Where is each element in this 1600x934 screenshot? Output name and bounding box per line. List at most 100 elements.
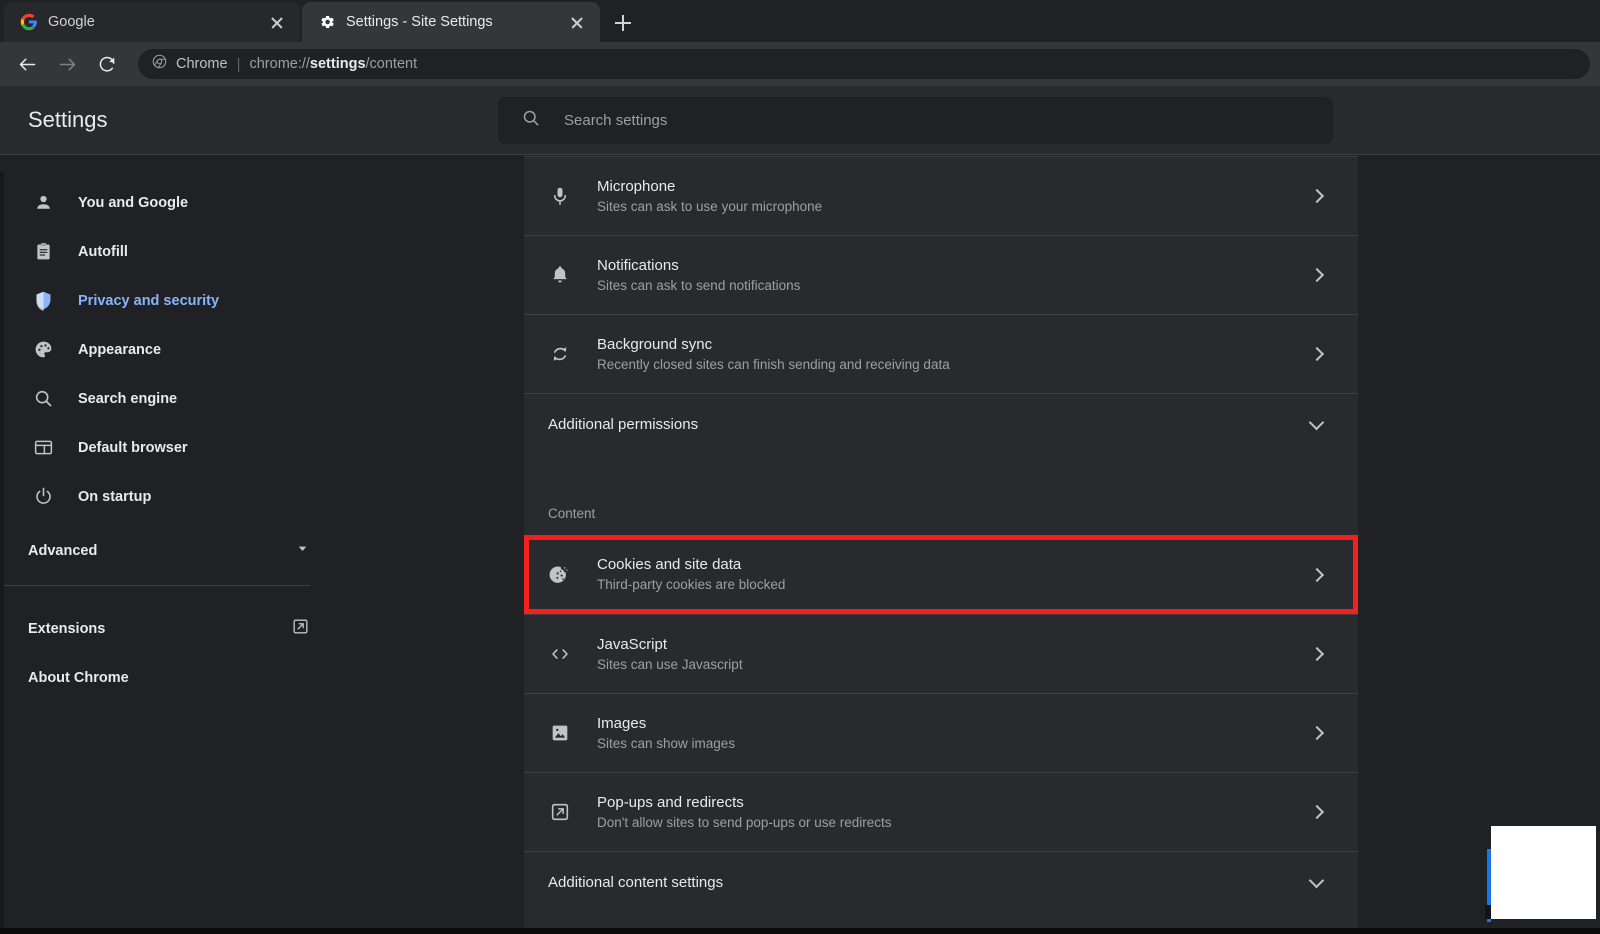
address-bar[interactable]: Chrome | chrome://settings/content <box>138 49 1590 79</box>
popup-icon <box>548 800 572 824</box>
chevron-right-icon[interactable] <box>1309 725 1325 741</box>
setting-title: Background sync <box>597 335 713 353</box>
setting-row-text: Images Sites can show images <box>597 713 1312 754</box>
about-chrome-label: About Chrome <box>28 669 129 686</box>
setting-subtitle: Don't allow sites to send pop-ups or use… <box>597 814 892 830</box>
sidebar-item-privacy-and-security[interactable]: Privacy and security <box>0 276 522 325</box>
additional-content-settings-toggle[interactable]: Additional content settings <box>524 851 1358 913</box>
chevron-right-icon[interactable] <box>1309 346 1325 362</box>
new-tab-button[interactable] <box>608 8 638 38</box>
additional-permissions-toggle[interactable]: Additional permissions <box>524 393 1358 455</box>
sidebar-item-label: Default browser <box>78 439 188 456</box>
sidebar-item-label: Appearance <box>78 341 162 358</box>
chevron-right-icon[interactable] <box>1309 804 1325 820</box>
sidebar-item-on-startup[interactable]: On startup <box>0 472 522 521</box>
setting-title: Images <box>597 714 647 732</box>
image-icon <box>548 721 572 745</box>
sidebar-item-about-chrome[interactable]: About Chrome <box>0 653 310 702</box>
browser-toolbar: Chrome | chrome://settings/content <box>0 42 1600 86</box>
sidebar-item-default-browser[interactable]: Default browser <box>0 423 522 472</box>
gear-icon <box>318 13 336 31</box>
close-icon[interactable] <box>566 11 588 33</box>
omnibox-url: chrome://settings/content <box>249 56 417 72</box>
setting-title: Pop-ups and redirects <box>597 793 744 811</box>
setting-row-text: Cookies and site data Third-party cookie… <box>597 554 1312 595</box>
omnibox-scheme-chip: Chrome <box>176 56 228 72</box>
tab-label: Settings - Site Settings <box>346 14 493 30</box>
sidebar-item-you-and-google[interactable]: You and Google <box>0 178 522 227</box>
sync-icon <box>548 342 572 366</box>
sidebar-divider <box>0 585 310 586</box>
chevron-right-icon[interactable] <box>1309 567 1325 582</box>
chevron-down-icon[interactable] <box>1308 414 1325 430</box>
setting-row-popups-and-redirects[interactable]: Pop-ups and redirects Don't allow sites … <box>524 772 1358 851</box>
sidebar-item-label: On startup <box>78 488 152 505</box>
url-prefix: chrome:// <box>249 56 310 72</box>
setting-row-microphone[interactable]: Microphone Sites can ask to use your mic… <box>524 156 1358 235</box>
setting-subtitle: Sites can show images <box>597 735 736 751</box>
setting-row-cookies-and-site-data[interactable]: Cookies and site data Third-party cookie… <box>524 535 1358 614</box>
url-suffix: /content <box>365 56 418 72</box>
clipboard-icon <box>32 241 54 263</box>
window-bottom-edge <box>0 928 1600 934</box>
setting-title: JavaScript <box>597 635 668 653</box>
sidebar-item-autofill[interactable]: Autofill <box>0 227 522 276</box>
additional-content-settings-label: Additional content settings <box>548 874 724 891</box>
setting-row-images[interactable]: Images Sites can show images <box>524 693 1358 772</box>
additional-permissions-label: Additional permissions <box>548 416 699 433</box>
settings-page: Settings Search settings You and Google … <box>0 86 1600 934</box>
sidebar-item-label: Autofill <box>78 243 128 260</box>
setting-row-text: Background sync Recently closed sites ca… <box>597 334 1312 375</box>
reload-icon[interactable] <box>90 47 124 81</box>
search-icon <box>32 388 54 410</box>
setting-row-javascript[interactable]: JavaScript Sites can use Javascript <box>524 614 1358 693</box>
tab-google[interactable]: Google <box>4 2 300 42</box>
sidebar-item-appearance[interactable]: Appearance <box>0 325 522 374</box>
palette-icon <box>32 339 54 361</box>
shield-icon <box>32 290 54 312</box>
setting-row-text: Microphone Sites can ask to use your mic… <box>597 176 1312 217</box>
extensions-label: Extensions <box>28 620 106 637</box>
white-overlay-box <box>1491 826 1596 919</box>
search-icon <box>521 108 541 133</box>
setting-title: Cookies and site data <box>597 556 742 573</box>
url-bold: settings <box>309 56 366 72</box>
search-input[interactable]: Search settings <box>564 112 667 129</box>
tab-settings[interactable]: Settings - Site Settings <box>302 2 600 42</box>
sidebar-item-label: You and Google <box>78 194 189 211</box>
chevron-right-icon[interactable] <box>1309 188 1325 204</box>
sidebar-item-search-engine[interactable]: Search engine <box>0 374 522 423</box>
close-icon[interactable] <box>266 11 288 33</box>
setting-row-text: Pop-ups and redirects Don't allow sites … <box>597 792 1312 833</box>
chevron-right-icon[interactable] <box>1309 267 1325 283</box>
chevron-right-icon[interactable] <box>1309 646 1325 662</box>
sidebar-item-advanced[interactable]: Advanced <box>0 521 310 581</box>
setting-row-text: Notifications Sites can ask to send noti… <box>597 255 1312 296</box>
bell-icon <box>548 263 572 287</box>
forward-icon[interactable] <box>50 47 84 81</box>
back-icon[interactable] <box>10 47 44 81</box>
sidebar-item-extensions[interactable]: Extensions <box>0 604 310 653</box>
window-left-edge <box>0 172 4 934</box>
power-icon <box>32 486 54 508</box>
settings-sidebar: You and Google Autofill Privacy and secu… <box>0 156 522 934</box>
setting-subtitle: Third-party cookies are blocked <box>597 577 786 592</box>
setting-subtitle: Sites can use Javascript <box>597 656 743 672</box>
setting-title: Notifications <box>597 256 679 274</box>
person-icon <box>32 192 54 214</box>
content-section-header: Content <box>548 506 596 521</box>
tab-label: Google <box>48 14 95 30</box>
setting-row-background-sync[interactable]: Background sync Recently closed sites ca… <box>524 314 1358 393</box>
sidebar-item-label: Search engine <box>78 390 178 407</box>
google-icon <box>20 13 38 31</box>
setting-subtitle: Sites can ask to send notifications <box>597 277 801 293</box>
search-settings-box[interactable]: Search settings <box>498 96 1333 144</box>
tab-strip: Google Settings - Site Settings <box>0 0 1600 42</box>
browser-window: Google Settings - Site Settings Chrome |… <box>0 0 1600 934</box>
chevron-down-icon[interactable] <box>1308 872 1325 888</box>
setting-title: Microphone <box>597 177 676 195</box>
setting-subtitle: Recently closed sites can finish sending… <box>597 356 950 372</box>
setting-row-notifications[interactable]: Notifications Sites can ask to send noti… <box>524 235 1358 314</box>
chrome-logo-icon <box>152 54 167 74</box>
code-icon <box>548 642 572 666</box>
